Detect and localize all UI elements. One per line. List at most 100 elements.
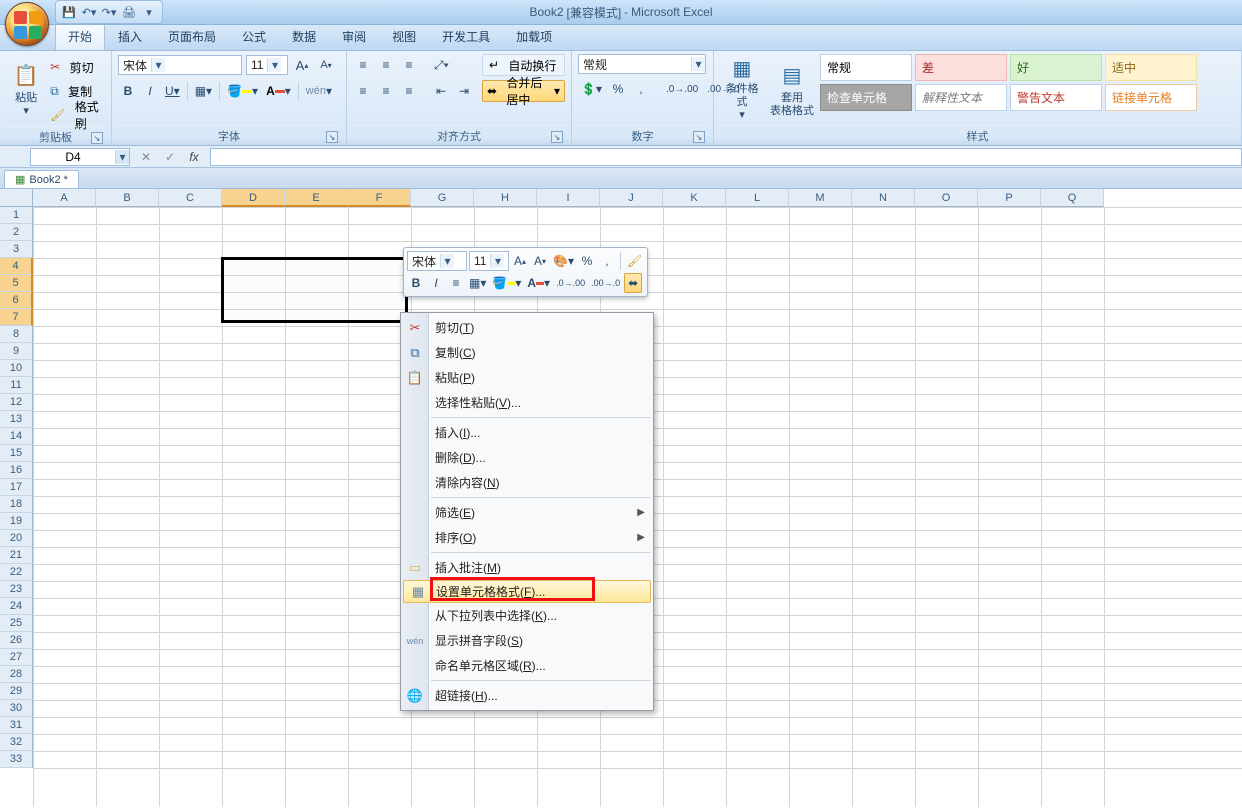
context-menu-item[interactable]: 选择性粘贴(V)... [401, 390, 653, 415]
workbook-tab[interactable]: ▦ Book2 * [4, 170, 79, 188]
style-cell[interactable]: 差 [915, 54, 1007, 81]
row-header[interactable]: 10 [0, 360, 33, 377]
row-header[interactable]: 7 [0, 309, 33, 326]
mini-fill-button[interactable]: 🪣▾ [490, 273, 523, 293]
undo-icon[interactable]: ↶▾ [80, 3, 98, 21]
format-painter-button[interactable]: 🖌 格式刷 [50, 104, 105, 126]
row-header[interactable]: 30 [0, 700, 33, 717]
orientation-button[interactable]: ⤢▾ [431, 55, 452, 75]
ribbon-tab-0[interactable]: 开始 [55, 23, 105, 50]
mini-bold-button[interactable]: B [407, 273, 425, 293]
mini-border-button[interactable]: ▦▾ [467, 273, 488, 293]
cut-button[interactable]: ✂ 剪切 [50, 56, 105, 78]
formula-input[interactable] [210, 148, 1242, 166]
context-menu-item[interactable]: 插入(I)... [401, 420, 653, 445]
underline-button[interactable]: U▾ [162, 81, 183, 101]
redo-icon[interactable]: ↷▾ [100, 3, 118, 21]
col-header[interactable]: O [915, 189, 978, 207]
mini-italic-button[interactable]: I [427, 273, 445, 293]
mini-dec-decimal-button[interactable]: .00→.0 [589, 273, 622, 293]
spreadsheet-grid[interactable]: ABCDEFGHIJKLMNOPQ 1234567891011121314151… [0, 189, 1242, 809]
col-header[interactable]: G [411, 189, 474, 207]
context-menu-item[interactable]: ⧉复制(C) [401, 340, 653, 365]
mini-align-center-button[interactable]: ≡ [447, 273, 465, 293]
font-size-combo[interactable]: 11▾ [246, 55, 288, 75]
context-menu-item[interactable]: ✂剪切(T) [401, 315, 653, 340]
office-button[interactable] [5, 2, 49, 46]
context-menu-item[interactable]: wén显示拼音字段(S) [401, 628, 653, 653]
decrease-indent-button[interactable]: ⇤ [431, 81, 451, 101]
fx-icon[interactable]: fx [184, 147, 204, 167]
col-header[interactable]: Q [1041, 189, 1104, 207]
context-menu-item[interactable]: 📋粘贴(P) [401, 365, 653, 390]
align-middle-button[interactable]: ≡ [376, 55, 396, 75]
number-launcher-icon[interactable]: ↘ [693, 131, 705, 143]
mini-font-combo[interactable]: 宋体▾ [407, 251, 467, 271]
mini-font-color-button[interactable]: A▾ [525, 273, 552, 293]
row-header[interactable]: 20 [0, 530, 33, 547]
row-header[interactable]: 32 [0, 734, 33, 751]
col-header[interactable]: F [348, 189, 411, 207]
context-menu-item[interactable]: 排序(O)▶ [401, 525, 653, 550]
mini-shrink-font-button[interactable]: A▾ [531, 251, 549, 271]
context-menu-item[interactable]: 删除(D)... [401, 445, 653, 470]
table-format-button[interactable]: ▤ 套用 表格格式 [770, 54, 814, 124]
print-icon[interactable]: 🖨 [120, 3, 138, 21]
row-header[interactable]: 17 [0, 479, 33, 496]
increase-decimal-button[interactable]: .0→.00 [663, 79, 701, 99]
name-box[interactable]: D4 ▾ [30, 148, 130, 166]
name-box-dropdown-icon[interactable]: ▾ [115, 150, 129, 164]
row-header[interactable]: 6 [0, 292, 33, 309]
row-header[interactable]: 8 [0, 326, 33, 343]
style-cell[interactable]: 检查单元格 [820, 84, 912, 111]
align-left-button[interactable]: ≡ [353, 81, 373, 101]
font-color-button[interactable]: A▾ [263, 81, 294, 101]
ribbon-tab-2[interactable]: 页面布局 [155, 23, 229, 50]
mini-inc-decimal-button[interactable]: .0→.00 [554, 273, 587, 293]
context-menu-item[interactable]: 筛选(E)▶ [401, 500, 653, 525]
paste-button[interactable]: 📋 粘贴▾ [6, 54, 46, 124]
col-header[interactable]: L [726, 189, 789, 207]
column-headers[interactable]: ABCDEFGHIJKLMNOPQ [33, 189, 1104, 207]
col-header[interactable]: J [600, 189, 663, 207]
row-header[interactable]: 13 [0, 411, 33, 428]
ribbon-tab-7[interactable]: 开发工具 [429, 23, 503, 50]
style-cell[interactable]: 解释性文本 [915, 84, 1007, 111]
enter-formula-icon[interactable]: ✓ [160, 147, 180, 167]
select-all-button[interactable] [0, 189, 33, 207]
mini-comma-button[interactable]: , [598, 251, 616, 271]
mini-merge-button[interactable]: ⬌ [624, 273, 642, 293]
row-header[interactable]: 19 [0, 513, 33, 530]
row-header[interactable]: 1 [0, 207, 33, 224]
shrink-font-button[interactable]: A▾ [316, 55, 336, 75]
border-button[interactable]: ▦▾ [192, 81, 215, 101]
col-header[interactable]: C [159, 189, 222, 207]
phonetic-button[interactable]: wén▾ [303, 81, 335, 101]
col-header[interactable]: P [978, 189, 1041, 207]
mini-painter-button[interactable]: 🖌 [625, 251, 644, 271]
row-header[interactable]: 11 [0, 377, 33, 394]
row-header[interactable]: 29 [0, 683, 33, 700]
col-header[interactable]: M [789, 189, 852, 207]
row-header[interactable]: 28 [0, 666, 33, 683]
wrap-text-button[interactable]: ↵ 自动换行 [482, 54, 565, 76]
context-menu-item[interactable]: 清除内容(N) [401, 470, 653, 495]
mini-percent-button[interactable]: % [578, 251, 596, 271]
qat-customize-icon[interactable]: ▾ [140, 3, 158, 21]
col-header[interactable]: E [285, 189, 348, 207]
row-header[interactable]: 4 [0, 258, 33, 275]
italic-button[interactable]: I [140, 81, 160, 101]
style-cell[interactable]: 常规 [820, 54, 912, 81]
ribbon-tab-5[interactable]: 审阅 [329, 23, 379, 50]
conditional-format-button[interactable]: ▦ 条件格式▾ [720, 54, 764, 124]
row-header[interactable]: 14 [0, 428, 33, 445]
row-header[interactable]: 12 [0, 394, 33, 411]
ribbon-tab-4[interactable]: 数据 [279, 23, 329, 50]
clipboard-launcher-icon[interactable]: ↘ [91, 132, 103, 144]
bold-button[interactable]: B [118, 81, 138, 101]
row-header[interactable]: 27 [0, 649, 33, 666]
mini-style-button[interactable]: 🎨▾ [551, 251, 576, 271]
ribbon-tab-6[interactable]: 视图 [379, 23, 429, 50]
col-header[interactable]: K [663, 189, 726, 207]
context-menu-item[interactable]: 🌐超链接(H)... [401, 683, 653, 708]
